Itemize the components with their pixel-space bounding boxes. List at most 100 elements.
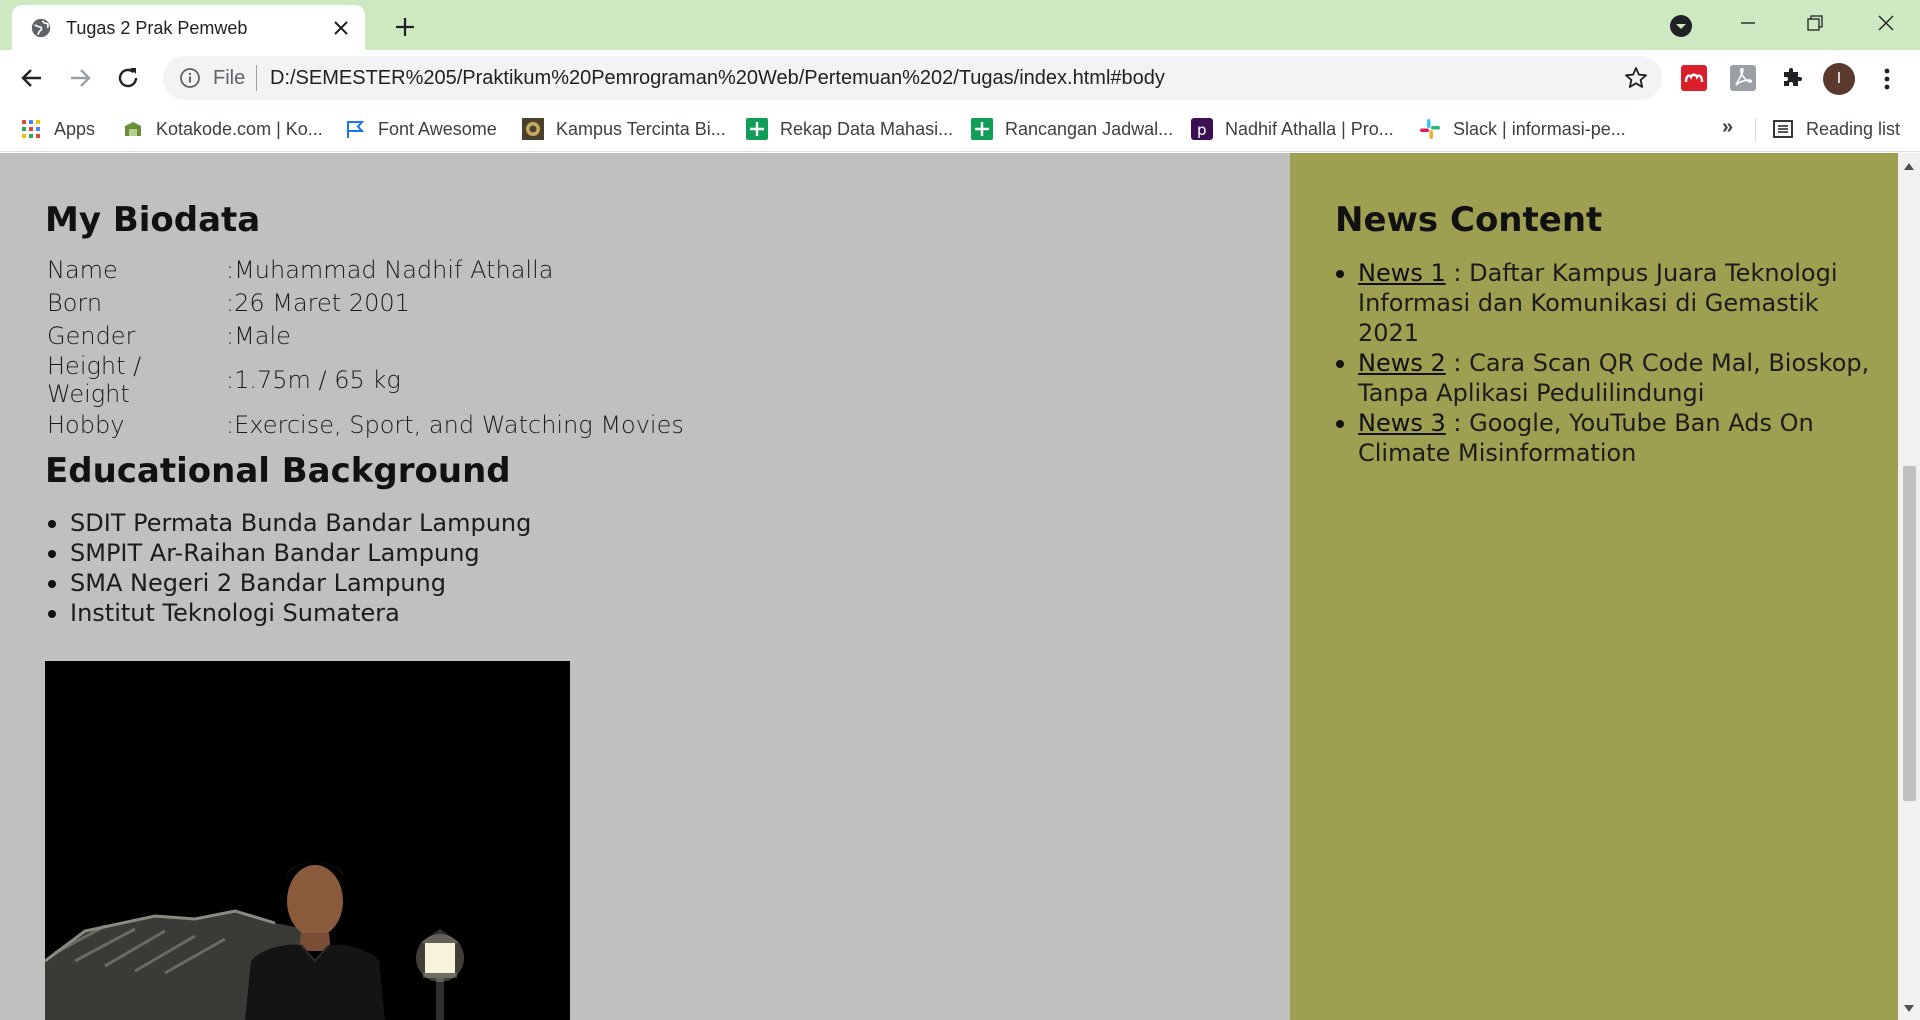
biodata-colon: : (226, 410, 235, 439)
bookmark-slack[interactable]: Slack | informasi-pe... (1419, 116, 1626, 142)
bookmarks-overflow-button[interactable]: » (1722, 116, 1733, 139)
biodata-colon: : (226, 255, 235, 284)
bookmarks-bar: Apps Kotakode.com | Ko... Font Awesome K… (0, 106, 1920, 152)
browser-toolbar: File D:/SEMESTER%205/Praktikum%20Pemrogr… (0, 50, 1920, 106)
biodata-value: 1.75m / 65 kg (234, 366, 401, 394)
list-item: SMPIT Ar-Raihan Bandar Lampung (47, 538, 531, 568)
sheets-icon (971, 118, 993, 140)
flag-icon (344, 118, 366, 140)
omnibox-divider (256, 65, 257, 91)
page-scrollbar[interactable] (1898, 153, 1920, 1020)
list-item: Institut Teknologi Sumatera (47, 598, 531, 628)
tab-strip: Tugas 2 Prak Pemweb (0, 0, 1920, 50)
reading-list-label: Reading list (1806, 118, 1901, 139)
table-row: Hobby : Exercise, Sport, and Watching Mo… (47, 408, 684, 441)
biodata-key: Height / Weight (47, 352, 142, 408)
bookmark-label: Slack | informasi-pe... (1453, 118, 1626, 139)
biodata-key: Hobby (47, 410, 125, 439)
bookmark-label: Font Awesome (378, 118, 497, 139)
reload-icon[interactable] (112, 62, 144, 94)
apps-grid-icon (20, 118, 42, 140)
bookmark-label: Nadhif Athalla | Pro... (1225, 118, 1394, 139)
biodata-key: Gender (47, 321, 136, 350)
bookmark-label: Rekap Data Mahasi... (780, 118, 954, 139)
education-list: SDIT Permata Bunda Bandar Lampung SMPIT … (47, 508, 532, 628)
forward-icon[interactable] (64, 62, 96, 94)
bookmark-font-awesome[interactable]: Font Awesome (344, 116, 497, 142)
bookmarks-divider (1755, 118, 1756, 142)
table-row: Born : 26 Maret 2001 (47, 286, 684, 319)
biodata-value: Exercise, Sport, and Watching Movies (234, 410, 684, 439)
news-item: News 3 : Google, YouTube Ban Ads On Clim… (1336, 408, 1878, 468)
browser-tab[interactable]: Tugas 2 Prak Pemweb (12, 5, 365, 50)
bookmark-star-icon[interactable] (1624, 66, 1648, 90)
url-text[interactable]: D:/SEMESTER%205/Praktikum%20Pemrograman%… (270, 67, 1165, 90)
bookmark-apps[interactable]: Apps (20, 116, 95, 142)
list-item: SDIT Permata Bunda Bandar Lampung (47, 509, 532, 537)
news-item: News 1 : Daftar Kampus Juara Teknologi I… (1336, 258, 1878, 348)
reading-list-button[interactable]: Reading list (1772, 116, 1900, 142)
biodata-colon: : (226, 288, 235, 317)
table-row: Gender : Male (47, 319, 684, 352)
news-item: News 2 : Cara Scan QR Code Mal, Bioskop,… (1336, 348, 1878, 408)
scroll-up-arrow-icon[interactable] (1904, 163, 1914, 170)
svg-text:p: p (1197, 121, 1207, 139)
reading-list-icon (1772, 118, 1794, 140)
page-viewport: My Biodata Name : Muhammad Nadhif Athall… (0, 153, 1898, 1020)
kotakode-icon (122, 118, 144, 140)
bookmark-rancangan-jadwal[interactable]: Rancangan Jadwal... (971, 116, 1173, 142)
table-row: Height / Weight : 1.75m / 65 kg (47, 352, 684, 408)
biodata-heading: My Biodata (45, 200, 261, 240)
new-tab-icon[interactable] (390, 12, 420, 42)
list-item: SMA Negeri 2 Bandar Lampung (47, 568, 531, 598)
bookmark-nadhif-profile[interactable]: p Nadhif Athalla | Pro... (1191, 116, 1394, 142)
profile-photo-image (45, 661, 570, 1020)
bookmark-label: Rancangan Jadwal... (1005, 118, 1174, 139)
profile-p-icon: p (1191, 118, 1213, 140)
biodata-colon: : (226, 366, 235, 394)
bookmark-label: Kampus Tercinta Bi... (556, 118, 726, 139)
bookmark-kampus[interactable]: Kampus Tercinta Bi... (522, 116, 726, 142)
biodata-colon: : (226, 321, 235, 350)
close-window-icon[interactable] (1866, 8, 1906, 38)
mendeley-extension-icon[interactable] (1680, 64, 1708, 92)
bookmark-label: Apps (54, 118, 96, 139)
profile-photo (45, 661, 570, 1020)
pdf-extension-icon[interactable] (1729, 64, 1757, 92)
news-list: News 1 : Daftar Kampus Juara Teknologi I… (1336, 258, 1878, 468)
address-bar[interactable]: File D:/SEMESTER%205/Praktikum%20Pemrogr… (163, 56, 1662, 100)
tab-search-icon[interactable] (1668, 13, 1694, 39)
scrollbar-thumb[interactable] (1903, 466, 1916, 801)
news-link[interactable]: News 1 (1358, 259, 1446, 287)
slack-icon (1419, 118, 1441, 140)
news-link[interactable]: News 2 (1358, 349, 1446, 377)
scroll-down-arrow-icon[interactable] (1904, 1005, 1914, 1012)
biodata-value: 26 Maret 2001 (234, 288, 410, 317)
info-icon[interactable] (179, 67, 201, 89)
main-content: My Biodata Name : Muhammad Nadhif Athall… (0, 153, 1290, 1020)
news-heading: News Content (1335, 200, 1603, 240)
news-link[interactable]: News 3 (1358, 409, 1446, 437)
back-icon[interactable] (16, 62, 48, 94)
sheets-icon (746, 118, 768, 140)
scheme-label: File (213, 67, 246, 89)
tab-close-icon[interactable] (329, 16, 353, 40)
biodata-key: Name (47, 255, 118, 284)
restore-icon[interactable] (1795, 8, 1835, 38)
biodata-value: Muhammad Nadhif Athalla (234, 255, 554, 284)
globe-icon (31, 18, 51, 38)
bookmark-kotakode[interactable]: Kotakode.com | Ko... (122, 116, 323, 142)
profile-avatar[interactable]: I (1823, 63, 1855, 95)
bookmark-label: Kotakode.com | Ko... (156, 118, 323, 139)
campus-icon (522, 118, 544, 140)
biodata-value: Male (234, 321, 291, 350)
education-heading: Educational Background (45, 451, 511, 491)
table-row: Name : Muhammad Nadhif Athalla (47, 253, 684, 286)
tab-title: Tugas 2 Prak Pemweb (66, 18, 248, 38)
biodata-key: Born (47, 288, 103, 317)
bookmark-rekap-data[interactable]: Rekap Data Mahasi... (746, 116, 953, 142)
extensions-puzzle-icon[interactable] (1778, 64, 1806, 92)
biodata-table: Name : Muhammad Nadhif Athalla Born : 26… (47, 253, 684, 441)
minimize-icon[interactable] (1728, 8, 1768, 38)
menu-kebab-icon[interactable] (1872, 64, 1902, 94)
